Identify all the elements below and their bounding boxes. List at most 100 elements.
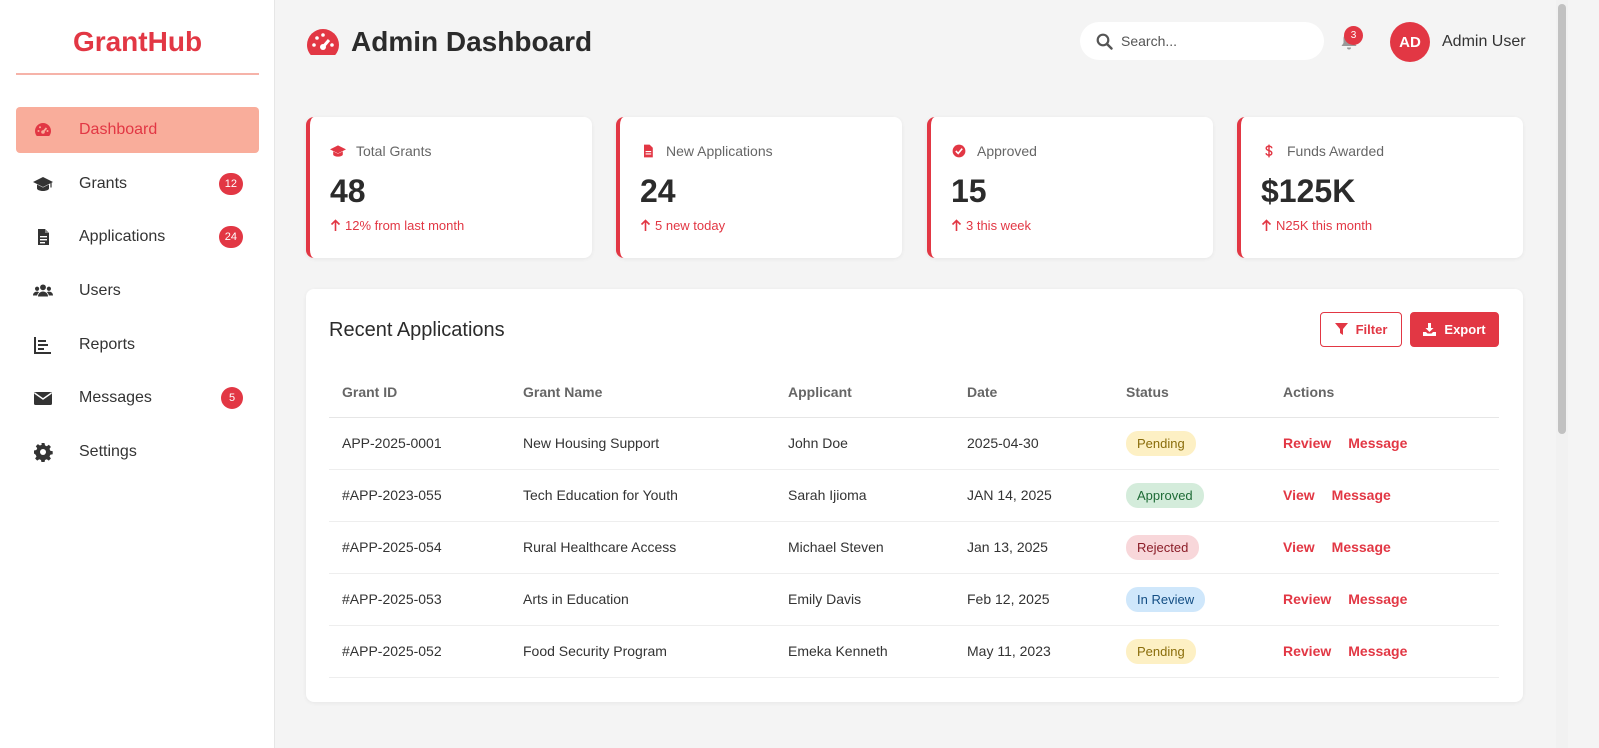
sidebar-item-label: Grants [79, 174, 128, 192]
grant-name: Tech Education for Youth [510, 469, 775, 522]
review-link[interactable]: Review [1283, 435, 1331, 451]
stat-card-total-grants: Total Grants 48 12% from last month [306, 117, 592, 258]
filter-label: Filter [1355, 322, 1388, 337]
message-link[interactable]: Message [1332, 487, 1391, 503]
stat-card-funds-awarded: Funds Awarded $125K N25K this month [1237, 117, 1523, 258]
chart-icon [32, 335, 54, 355]
status-cell: Approved [1113, 469, 1270, 522]
recent-applications-panel: Recent Applications Filter Export Grant … [306, 289, 1523, 702]
applications-table: Grant ID Grant Name Applicant Date Statu… [329, 368, 1499, 678]
graduation-cap-icon [330, 145, 346, 157]
sidebar-item-label: Messages [79, 389, 152, 407]
actions-cell: Review Message [1270, 573, 1499, 626]
message-link[interactable]: Message [1332, 539, 1391, 555]
check-circle-icon [952, 144, 966, 158]
page-title-text: Admin Dashboard [351, 26, 593, 57]
column-header[interactable]: Applicant [775, 368, 954, 418]
panel-title: Recent Applications [329, 319, 505, 341]
grant-name: Rural Healthcare Access [510, 521, 775, 574]
count-badge: 12 [218, 172, 243, 195]
table-row: #APP-2023-055 Tech Education for Youth S… [329, 469, 1499, 522]
table-row: APP-2025-0001 New Housing Support John D… [329, 417, 1499, 470]
grant-id: #APP-2023-055 [329, 469, 510, 522]
stat-label: Total Grants [330, 143, 431, 159]
date: JAN 14, 2025 [954, 469, 1113, 522]
applicant: Emily Davis [775, 573, 954, 626]
date: Feb 12, 2025 [954, 573, 1113, 626]
stat-note-text: 3 this week [966, 218, 1032, 233]
table-header-row: Grant ID Grant Name Applicant Date Statu… [329, 368, 1499, 418]
column-header[interactable]: Grant ID [329, 368, 510, 418]
stat-note-text: N25K this month [1276, 218, 1373, 233]
sidebar: GrantHub Dashboard Grants 12 Application… [0, 0, 275, 748]
stat-value: $125K [1261, 173, 1356, 209]
sidebar-item-grants[interactable]: Grants 12 [16, 161, 259, 207]
count-badge: 24 [218, 226, 243, 249]
stat-note: 12% from last month [330, 218, 464, 233]
stats-row: Total Grants 48 12% from last month New … [306, 117, 1523, 258]
grant-name: New Housing Support [510, 417, 775, 470]
view-link[interactable]: View [1283, 487, 1315, 503]
sidebar-item-reports[interactable]: Reports [16, 322, 259, 368]
stat-value: 48 [330, 173, 366, 209]
sidebar-item-applications[interactable]: Applications 24 [16, 214, 259, 260]
status-badge: Approved [1126, 482, 1204, 508]
filter-button[interactable]: Filter [1320, 312, 1402, 347]
sidebar-item-label: Dashboard [79, 121, 158, 138]
date: 2025-04-30 [954, 417, 1113, 470]
sidebar-item-settings[interactable]: Settings [16, 429, 259, 475]
column-header[interactable]: Date [954, 368, 1113, 418]
user-name[interactable]: Admin User [1442, 33, 1526, 51]
sidebar-item-users[interactable]: Users [16, 268, 259, 314]
status-cell: In Review [1113, 573, 1270, 626]
sidebar-item-label: Settings [79, 443, 137, 461]
dollar-icon [1265, 144, 1273, 158]
export-label: Export [1444, 322, 1486, 337]
message-link[interactable]: Message [1348, 435, 1407, 451]
actions-cell: Review Message [1270, 625, 1499, 678]
grant-id: #APP-2025-054 [329, 521, 510, 574]
page-scrollbar[interactable] [1556, 0, 1568, 748]
status-cell: Pending [1113, 417, 1270, 470]
table-row: #APP-2025-053 Arts in Education Emily Da… [329, 573, 1499, 626]
stat-label: Approved [951, 143, 1037, 159]
status-cell: Pending [1113, 625, 1270, 678]
status-badge: Pending [1126, 638, 1196, 664]
actions-cell: Review Message [1270, 417, 1499, 470]
applicant: Sarah Ijioma [775, 469, 954, 522]
search-box[interactable] [1080, 22, 1324, 60]
stat-label-text: New Applications [666, 143, 773, 159]
sidebar-item-dashboard[interactable]: Dashboard [16, 107, 259, 153]
stat-note-text: 12% from last month [345, 218, 465, 233]
grant-id: #APP-2025-052 [329, 625, 510, 678]
document-icon [644, 144, 653, 158]
actions-cell: View Message [1270, 469, 1499, 522]
brand-logo[interactable]: GrantHub [16, 0, 259, 75]
download-icon [1423, 323, 1437, 336]
applicant: John Doe [775, 417, 954, 470]
column-header[interactable]: Grant Name [510, 368, 775, 418]
stat-note: N25K this month [1261, 218, 1372, 233]
message-link[interactable]: Message [1348, 591, 1407, 607]
notification-badge: 3 [1344, 26, 1363, 45]
sidebar-item-label: Reports [79, 335, 136, 353]
review-link[interactable]: Review [1283, 643, 1331, 659]
column-header[interactable]: Status [1113, 368, 1270, 418]
view-link[interactable]: View [1283, 539, 1315, 555]
message-link[interactable]: Message [1348, 643, 1407, 659]
scrollbar-thumb[interactable] [1558, 4, 1566, 434]
grant-name: Arts in Education [510, 573, 775, 626]
export-button[interactable]: Export [1410, 312, 1499, 347]
review-link[interactable]: Review [1283, 591, 1331, 607]
filter-icon [1334, 323, 1348, 335]
avatar[interactable]: AD [1390, 22, 1430, 62]
search-input[interactable] [1121, 33, 1311, 49]
sidebar-item-label: Applications [79, 228, 166, 246]
status-badge: In Review [1126, 586, 1206, 612]
users-icon [32, 281, 54, 301]
arrow-up-icon [951, 219, 962, 231]
status-badge: Pending [1126, 430, 1196, 456]
sidebar-item-messages[interactable]: Messages 5 [16, 375, 259, 421]
stat-value: 24 [640, 173, 676, 209]
sidebar-item-label: Users [79, 282, 121, 300]
